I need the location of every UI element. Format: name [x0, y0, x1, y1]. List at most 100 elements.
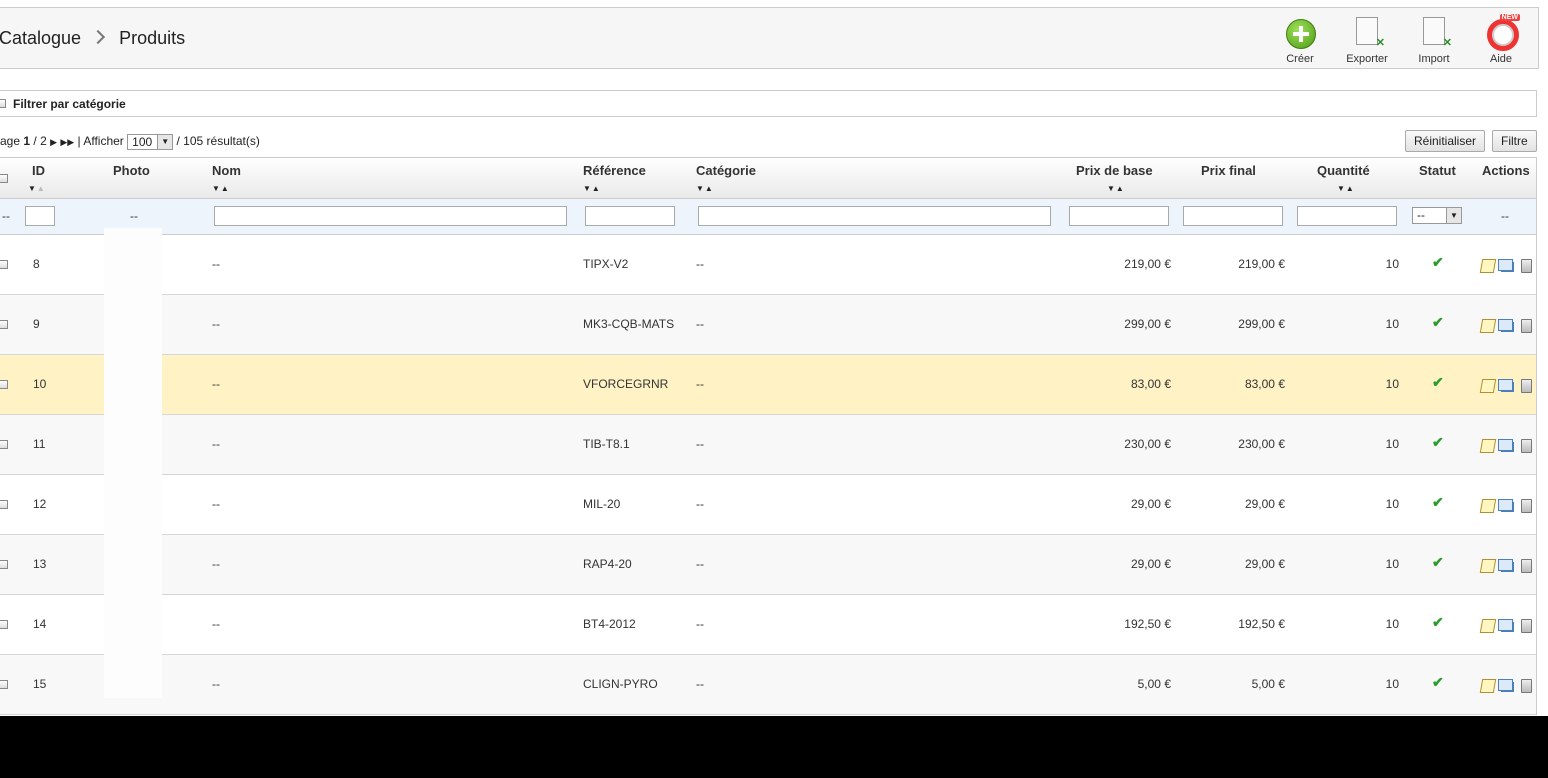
- filter-final-price-input[interactable]: [1183, 206, 1283, 226]
- row-final-price: 299,00 €: [1238, 317, 1285, 331]
- row-checkbox[interactable]: [0, 440, 8, 449]
- delete-icon[interactable]: [1521, 379, 1532, 393]
- table-row[interactable]: 8 -- TIPX-V2 -- 219,00 € 219,00 € 10 ✔: [0, 235, 1536, 295]
- duplicate-icon[interactable]: [1498, 679, 1513, 691]
- delete-icon[interactable]: [1521, 319, 1532, 333]
- status-active-icon[interactable]: ✔: [1432, 494, 1444, 511]
- filter-id-input[interactable]: [25, 206, 55, 226]
- edit-icon[interactable]: [1479, 499, 1497, 513]
- filter-status-select[interactable]: -- ▼: [1412, 207, 1462, 224]
- col-quantity: Quantité: [1317, 163, 1370, 178]
- edit-icon[interactable]: [1479, 379, 1497, 393]
- create-button[interactable]: Créer: [1270, 16, 1330, 65]
- filter-reference-input[interactable]: [585, 206, 675, 226]
- breadcrumb-parent[interactable]: Catalogue: [0, 28, 81, 48]
- duplicate-icon[interactable]: [1498, 379, 1513, 391]
- edit-icon[interactable]: [1479, 619, 1497, 633]
- row-quantity: 10: [1385, 557, 1399, 571]
- status-active-icon[interactable]: ✔: [1432, 554, 1444, 571]
- delete-icon[interactable]: [1521, 499, 1532, 513]
- edit-icon[interactable]: [1479, 679, 1497, 693]
- category-filter-checkbox[interactable]: [0, 99, 6, 108]
- next-page-icon[interactable]: ▶: [50, 137, 57, 147]
- page-label: age: [0, 134, 21, 149]
- row-base-price: 219,00 €: [1124, 257, 1171, 271]
- status-active-icon[interactable]: ✔: [1432, 434, 1444, 451]
- table-header: ID ▼▲ Photo Nom ▼▲ Référence ▼▲ Catégori…: [0, 158, 1536, 199]
- status-active-icon[interactable]: ✔: [1432, 254, 1444, 271]
- category-filter-label[interactable]: Filtrer par catégorie: [13, 97, 126, 111]
- select-all-checkbox[interactable]: [0, 174, 8, 183]
- filter-category-input[interactable]: [698, 206, 1051, 226]
- row-base-price: 192,50 €: [1124, 617, 1171, 631]
- sort-name-icon[interactable]: ▼▲: [212, 184, 230, 193]
- plus-circle-icon: [1286, 19, 1316, 49]
- status-active-icon[interactable]: ✔: [1432, 674, 1444, 691]
- duplicate-icon[interactable]: [1498, 319, 1513, 331]
- sort-id-icon[interactable]: ▼▲: [28, 184, 46, 193]
- table-row[interactable]: 10 -- VFORCEGRNR -- 83,00 € 83,00 € 10 ✔: [0, 355, 1536, 415]
- status-active-icon[interactable]: ✔: [1432, 614, 1444, 631]
- table-row[interactable]: 15 -- CLIGN-PYRO -- 5,00 € 5,00 € 10 ✔: [0, 655, 1536, 715]
- table-row[interactable]: 13 -- RAP4-20 -- 29,00 € 29,00 € 10 ✔: [0, 535, 1536, 595]
- filter-name-input[interactable]: [214, 206, 567, 226]
- status-active-icon[interactable]: ✔: [1432, 314, 1444, 331]
- row-quantity: 10: [1385, 617, 1399, 631]
- row-base-price: 5,00 €: [1137, 677, 1171, 691]
- export-button[interactable]: Exporter: [1337, 16, 1397, 65]
- row-quantity: 10: [1385, 257, 1399, 271]
- sort-base-price-icon[interactable]: ▼▲: [1107, 184, 1125, 193]
- edit-icon[interactable]: [1479, 439, 1497, 453]
- table-row[interactable]: 9 -- MK3-CQB-MATS -- 299,00 € 299,00 € 1…: [0, 295, 1536, 355]
- edit-icon[interactable]: [1479, 259, 1497, 273]
- help-button[interactable]: NEW Aide: [1471, 14, 1531, 65]
- sort-quantity-icon[interactable]: ▼▲: [1337, 184, 1355, 193]
- row-checkbox[interactable]: [0, 680, 8, 689]
- import-button[interactable]: Import: [1404, 16, 1464, 65]
- row-checkbox[interactable]: [0, 620, 8, 629]
- products-table: ID ▼▲ Photo Nom ▼▲ Référence ▼▲ Catégori…: [0, 157, 1537, 715]
- delete-icon[interactable]: [1521, 559, 1532, 573]
- row-id: 15: [33, 677, 47, 691]
- row-quantity: 10: [1385, 497, 1399, 511]
- duplicate-icon[interactable]: [1498, 259, 1513, 271]
- filter-actions-dash: --: [1501, 209, 1509, 223]
- delete-icon[interactable]: [1521, 679, 1532, 693]
- duplicate-icon[interactable]: [1498, 619, 1513, 631]
- current-page: 1: [23, 134, 31, 149]
- col-base-price: Prix de base: [1076, 163, 1153, 178]
- row-checkbox[interactable]: [0, 500, 8, 509]
- sort-reference-icon[interactable]: ▼▲: [583, 184, 601, 193]
- row-reference: MIL-20: [583, 497, 621, 511]
- row-id: 9: [33, 317, 40, 331]
- filter-button[interactable]: Filtre: [1492, 130, 1537, 152]
- table-row[interactable]: 12 -- MIL-20 -- 29,00 € 29,00 € 10 ✔: [0, 475, 1536, 535]
- edit-icon[interactable]: [1479, 559, 1497, 573]
- duplicate-icon[interactable]: [1498, 499, 1513, 511]
- duplicate-icon[interactable]: [1498, 559, 1513, 571]
- delete-icon[interactable]: [1521, 439, 1532, 453]
- table-row[interactable]: 14 -- BT4-2012 -- 192,50 € 192,50 € 10 ✔: [0, 595, 1536, 655]
- row-checkbox[interactable]: [0, 380, 8, 389]
- row-checkbox[interactable]: [0, 320, 8, 329]
- row-id: 8: [33, 257, 40, 271]
- row-final-price: 29,00 €: [1244, 557, 1285, 571]
- edit-icon[interactable]: [1479, 319, 1497, 333]
- row-checkbox[interactable]: [0, 260, 8, 269]
- row-checkbox[interactable]: [0, 560, 8, 569]
- filter-base-price-input[interactable]: [1069, 206, 1169, 226]
- row-id: 12: [33, 497, 47, 511]
- sort-category-icon[interactable]: ▼▲: [696, 184, 714, 193]
- row-category: --: [696, 617, 704, 631]
- status-active-icon[interactable]: ✔: [1432, 374, 1444, 391]
- delete-icon[interactable]: [1521, 259, 1532, 273]
- col-reference: Référence: [583, 163, 646, 178]
- duplicate-icon[interactable]: [1498, 439, 1513, 451]
- last-page-icon[interactable]: ▶▶: [60, 137, 74, 147]
- table-row[interactable]: 11 -- TIB-T8.1 -- 230,00 € 230,00 € 10 ✔: [0, 415, 1536, 475]
- filter-quantity-input[interactable]: [1297, 206, 1397, 226]
- row-quantity: 10: [1385, 437, 1399, 451]
- delete-icon[interactable]: [1521, 619, 1532, 633]
- reset-button[interactable]: Réinitialiser: [1405, 130, 1486, 152]
- per-page-select[interactable]: 100 ▼: [127, 134, 174, 150]
